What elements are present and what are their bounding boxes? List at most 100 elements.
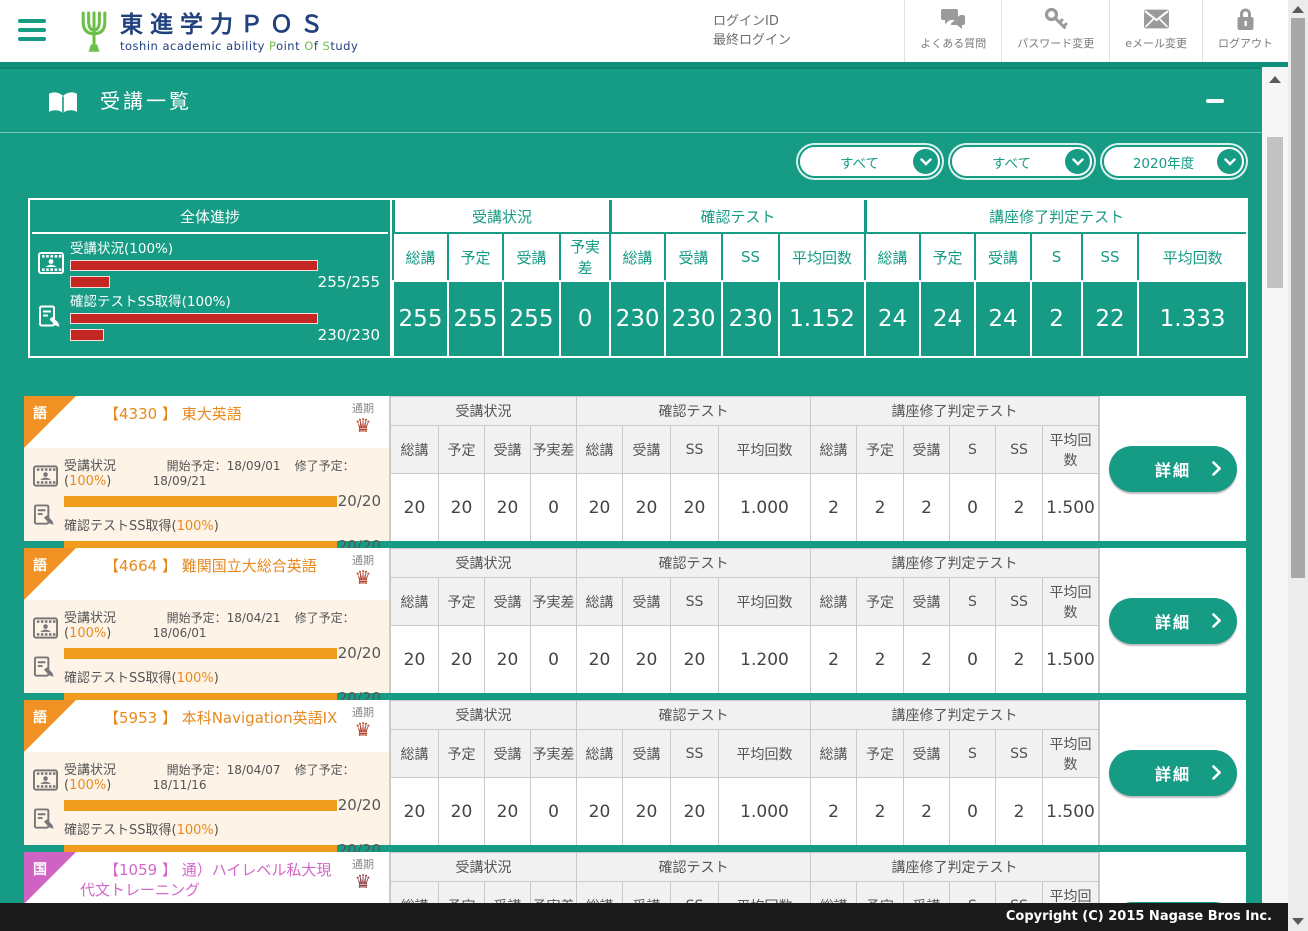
- film-icon: [33, 769, 58, 792]
- outer-scrollbar[interactable]: [1288, 0, 1308, 931]
- nav-item-faq[interactable]: よくある質問: [904, 0, 1001, 62]
- summary-col-header: 平均回数: [778, 232, 864, 280]
- progress-value: 20/20: [337, 796, 381, 814]
- course-title: 【1059 】 通）ハイレベル私大現代文トレーニング: [24, 852, 389, 900]
- course-value-cell: 20: [671, 626, 719, 694]
- course-card: 語 【4664 】 難関国立大総合英語 通期 ♛ 受講状況(100%) 開始: [24, 548, 1246, 693]
- summary-col-header: SS: [1081, 232, 1137, 280]
- summary-col-header: 予定: [919, 232, 974, 280]
- course-col-header: 総講: [577, 578, 623, 626]
- course-value-cell: 20: [577, 778, 623, 846]
- filter-dropdown-status[interactable]: すべて: [950, 145, 1094, 178]
- summary-progress-group: 受講状況(100%) 255/255: [70, 240, 380, 289]
- course-dates: 開始予定：18/09/01修了予定：18/09/21: [153, 457, 381, 488]
- course-info-panel: 語 【5953 】 本科Navigation英語IX 通期 ♛ 受講状況(100…: [24, 700, 390, 845]
- progress-percent: 100%: [177, 519, 214, 534]
- category-label: 語: [33, 403, 47, 423]
- progress-label: 受講状況(100%): [64, 759, 153, 793]
- brand-logo[interactable]: 東進学力ＰＯＳ toshin academic ability Point Of…: [76, 6, 358, 56]
- progress-percent: 100%: [177, 671, 214, 686]
- summary-value-cell: 22: [1081, 280, 1137, 356]
- scroll-down-arrow-icon[interactable]: [1292, 918, 1304, 925]
- nav-item-password[interactable]: パスワード変更: [1001, 0, 1109, 62]
- course-col-header: 総講: [391, 578, 439, 626]
- course-value-cell: 20: [671, 474, 719, 542]
- detail-button[interactable]: 詳細: [1109, 598, 1237, 644]
- nav-label: よくある質問: [920, 35, 986, 51]
- course-progress-panel: 受講状況(100%) 開始予定：18/04/07修了予定：18/11/16 20…: [24, 752, 389, 845]
- course-value-cell: 20: [623, 626, 671, 694]
- summary-progress-group: 確認テストSS取得(100%) 230/230: [70, 293, 380, 342]
- collapse-section-button[interactable]: [1206, 99, 1224, 103]
- inner-scrollbar-thumb[interactable]: [1267, 137, 1283, 288]
- hamburger-menu-icon[interactable]: [18, 19, 46, 43]
- book-icon: [46, 90, 80, 116]
- course-group-header: 講座修了判定テスト: [811, 853, 1099, 882]
- course-col-header: 受講: [623, 426, 671, 474]
- course-value-cell: 20: [623, 474, 671, 542]
- summary-col-header: 総講: [392, 232, 447, 280]
- summary-value-cell: 24: [919, 280, 974, 356]
- progress-bar: [64, 496, 337, 507]
- course-col-header: 平均回数: [719, 578, 811, 626]
- course-value-cell: 1.500: [1043, 626, 1099, 694]
- course-value-cell: 2: [857, 474, 904, 542]
- nav-item-email[interactable]: eメール変更: [1109, 0, 1202, 62]
- course-col-header: SS: [996, 882, 1043, 904]
- summary-value-cell: 2: [1030, 280, 1081, 356]
- brand-title: 東進学力ＰＯＳ: [120, 12, 358, 38]
- outer-scrollbar-thumb[interactable]: [1291, 18, 1305, 578]
- course-col-header: 総講: [391, 730, 439, 778]
- summary-group-header: 確認テスト: [609, 200, 864, 232]
- detail-button[interactable]: 詳細: [1109, 750, 1237, 796]
- course-col-header: 受講: [623, 730, 671, 778]
- chevron-down-icon: [913, 149, 938, 174]
- overall-progress-cell: 全体進捗 受講状況(100%) 255/255: [30, 200, 392, 356]
- course-col-header: 予実差: [531, 426, 577, 474]
- course-stats-table: 受講状況 確認テスト 講座修了判定テスト 総講 予定 受講 予実差 総講 受講 …: [390, 700, 1099, 845]
- nav-item-logout[interactable]: ログアウト: [1202, 0, 1288, 62]
- term-block: 通期 ♛: [343, 552, 383, 588]
- term-block: 通期 ♛: [343, 400, 383, 436]
- course-value-cell: 20: [439, 474, 485, 542]
- course-value-cell: 2: [811, 626, 857, 694]
- chevron-right-icon: [1212, 461, 1221, 480]
- filter-value: すべて: [800, 152, 913, 172]
- scroll-up-arrow-icon[interactable]: [1269, 76, 1281, 83]
- summary-col-header: 予実差: [559, 232, 609, 280]
- course-action-panel: 詳細: [1099, 852, 1246, 903]
- progress-group: 受講状況(100%) 開始予定：18/09/01修了予定：18/09/21 20…: [64, 455, 381, 510]
- inner-scrollbar[interactable]: [1262, 67, 1288, 903]
- scroll-up-arrow-icon[interactable]: [1292, 6, 1304, 13]
- course-col-header: 予定: [439, 426, 485, 474]
- summary-col-header: 受講: [974, 232, 1030, 280]
- course-value-cell: 1.200: [719, 626, 811, 694]
- filter-dropdown-year[interactable]: 2020年度: [1102, 145, 1246, 178]
- course-value-cell: 20: [577, 474, 623, 542]
- detail-button[interactable]: 詳細: [1109, 446, 1237, 492]
- progress-percent: 100%: [177, 823, 214, 838]
- page-titlebar: 受講一覧: [0, 67, 1262, 133]
- course-value-cell: 1.000: [719, 474, 811, 542]
- course-value-cell: 20: [485, 626, 531, 694]
- course-col-header: 受講: [485, 882, 531, 904]
- summary-progress-fill: [70, 260, 318, 271]
- course-info-panel: 国 【1059 】 通）ハイレベル私大現代文トレーニング 通期 ♛: [24, 852, 390, 903]
- progress-percent: 100%: [69, 474, 106, 489]
- course-value-cell: 2: [996, 778, 1043, 846]
- filter-dropdown-subject[interactable]: すべて: [798, 145, 942, 178]
- summary-value-cell: 1.333: [1137, 280, 1246, 356]
- course-action-panel: 詳細: [1099, 396, 1246, 541]
- progress-label: 受講状況(100%): [64, 455, 153, 489]
- summary-progress-label: 確認テストSS取得(100%): [70, 293, 380, 311]
- login-info: ログインID 最終ログイン: [713, 12, 791, 50]
- course-group-header: 確認テスト: [577, 701, 811, 730]
- progress-label: 確認テストSS取得(100%): [64, 667, 219, 686]
- course-value-cell: 2: [904, 778, 950, 846]
- nav-label: ログアウト: [1218, 35, 1273, 51]
- course-col-header: SS: [671, 426, 719, 474]
- menorah-logo-icon: [76, 6, 112, 56]
- course-col-header: 予定: [857, 426, 904, 474]
- category-label: 語: [33, 707, 47, 727]
- course-value-cell: 2: [811, 778, 857, 846]
